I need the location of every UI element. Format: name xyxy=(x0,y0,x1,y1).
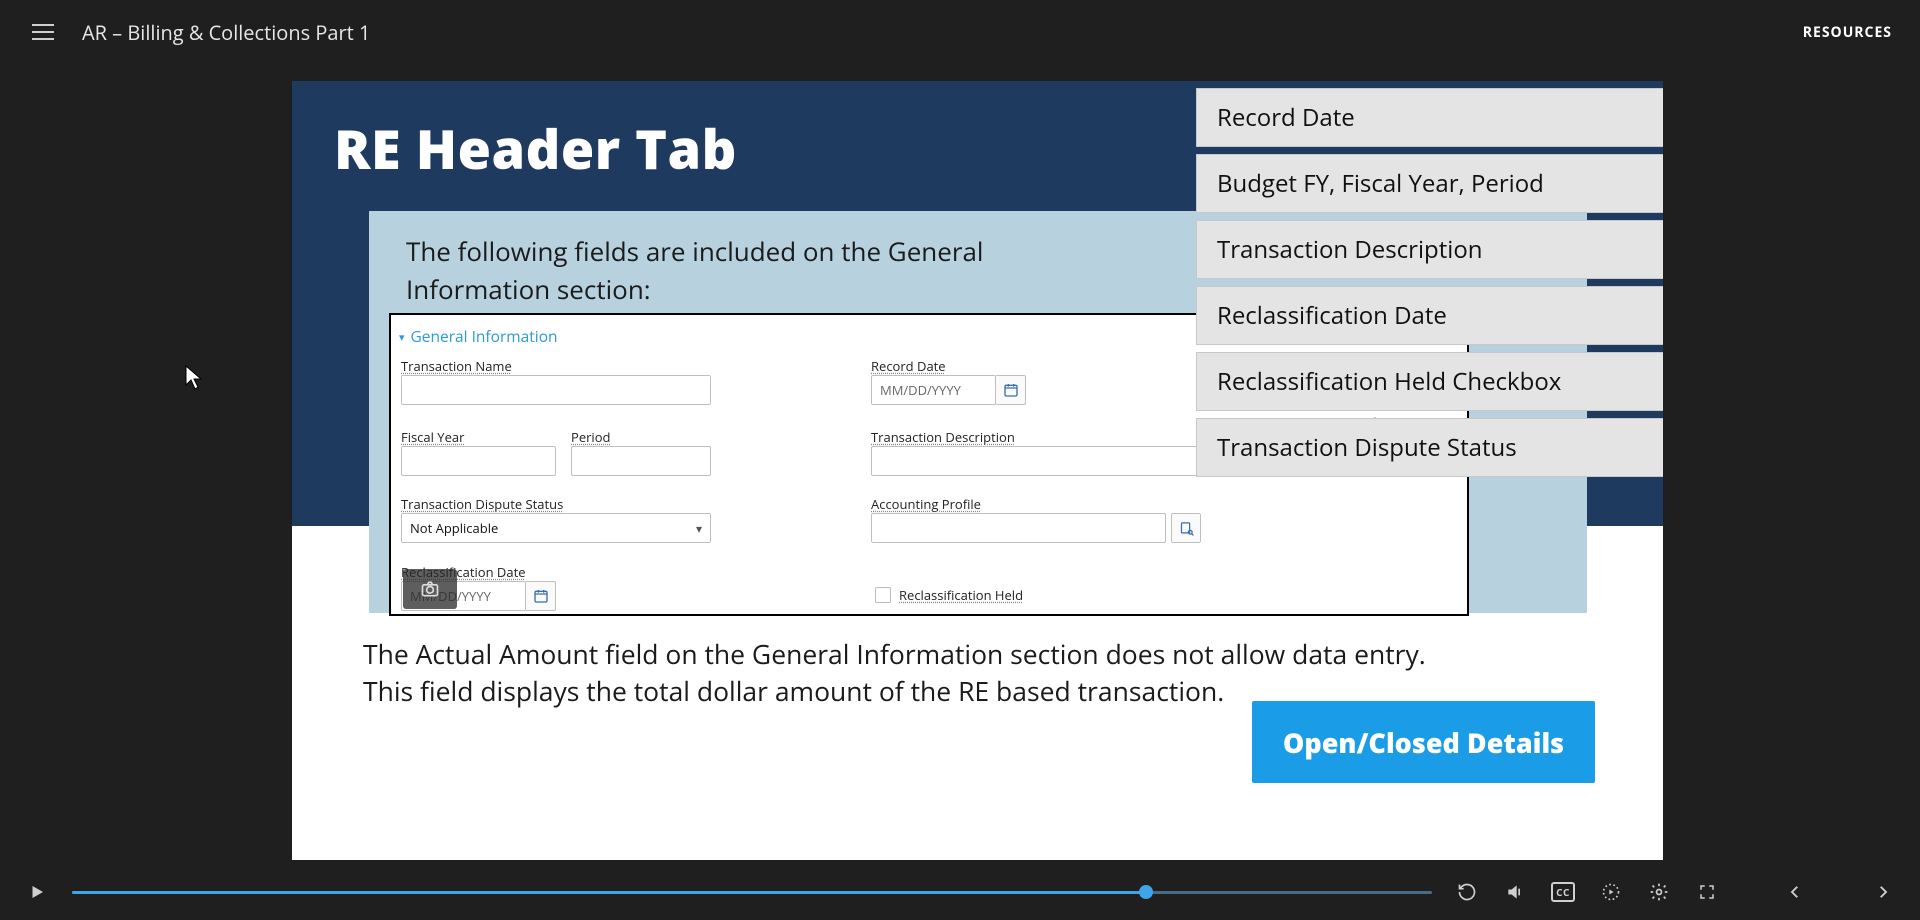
calendar-button-reclass-date[interactable] xyxy=(526,581,556,611)
sidelist-item-reclass-held[interactable]: Reclassification Held Checkbox xyxy=(1196,352,1663,411)
calendar-icon xyxy=(533,588,549,604)
prev-button[interactable] xyxy=(1782,879,1808,905)
topbar: AR – Billing & Collections Part 1 RESOUR… xyxy=(0,0,1920,64)
sidelist-item-dispute-status[interactable]: Transaction Dispute Status xyxy=(1196,418,1663,477)
placeholder-record-date: MM/DD/YYYY xyxy=(880,381,961,399)
chevron-down-icon: ▾ xyxy=(696,520,702,537)
resources-link[interactable]: RESOURCES xyxy=(1803,23,1892,42)
label-fiscal-year: Fiscal Year xyxy=(401,428,464,446)
player-bar: CC xyxy=(0,864,1920,920)
lower-text-line1: The Actual Amount field on the General I… xyxy=(363,636,1563,673)
captions-button[interactable]: CC xyxy=(1550,879,1576,905)
menu-icon[interactable] xyxy=(28,20,58,44)
label-accounting-profile: Accounting Profile xyxy=(871,495,981,513)
replay-button[interactable] xyxy=(1454,879,1480,905)
camera-overlay-icon xyxy=(403,569,457,609)
label-record-date: Record Date xyxy=(871,357,946,375)
cursor-icon xyxy=(185,365,205,391)
sidelist-item-budget-fy[interactable]: Budget FY, Fiscal Year, Period xyxy=(1196,154,1663,213)
seekbar[interactable] xyxy=(72,882,1432,902)
chevron-down-icon: ▾ xyxy=(399,330,405,345)
play-button[interactable] xyxy=(24,879,50,905)
calendar-button-record-date[interactable] xyxy=(996,375,1026,405)
input-accounting-profile[interactable] xyxy=(871,513,1166,543)
select-transaction-dispute-status[interactable]: Not Applicable ▾ xyxy=(401,513,711,543)
label-reclassification-held: Reclassification Held xyxy=(899,586,1023,604)
label-transaction-name: Transaction Name xyxy=(401,357,512,375)
intro-text: The following fields are included on the… xyxy=(406,233,1126,308)
seek-fill xyxy=(72,891,1146,894)
settings-button[interactable] xyxy=(1646,879,1672,905)
value-dispute-status: Not Applicable xyxy=(410,519,498,537)
lower-text: The Actual Amount field on the General I… xyxy=(363,636,1563,710)
lookup-icon xyxy=(1179,521,1194,536)
input-period[interactable] xyxy=(571,446,711,476)
input-transaction-description[interactable] xyxy=(871,446,1201,476)
checkbox-reclassification-held[interactable] xyxy=(875,587,891,603)
next-button[interactable] xyxy=(1870,879,1896,905)
course-title: AR – Billing & Collections Part 1 xyxy=(82,19,370,46)
captions-label: CC xyxy=(1551,882,1575,902)
sidelist-item-reclass-date[interactable]: Reclassification Date xyxy=(1196,286,1663,345)
playback-speed-button[interactable] xyxy=(1598,879,1624,905)
label-period: Period xyxy=(571,428,611,446)
sidelist-item-transaction-description[interactable]: Transaction Description xyxy=(1196,220,1663,279)
sidelist: Record Date Budget FY, Fiscal Year, Peri… xyxy=(1196,88,1663,477)
topbar-left: AR – Billing & Collections Part 1 xyxy=(28,19,370,46)
slide-title: RE Header Tab xyxy=(334,111,737,185)
input-transaction-name[interactable] xyxy=(401,375,711,405)
input-record-date[interactable]: MM/DD/YYYY xyxy=(871,375,996,405)
slide-canvas: RE Header Tab The following fields are i… xyxy=(292,81,1663,860)
input-fiscal-year[interactable] xyxy=(401,446,556,476)
label-transaction-dispute-status: Transaction Dispute Status xyxy=(401,495,563,513)
seek-knob[interactable] xyxy=(1139,885,1153,899)
calendar-icon xyxy=(1003,382,1019,398)
section-header-label: General Information xyxy=(411,325,558,347)
fullscreen-button[interactable] xyxy=(1694,879,1720,905)
lookup-button-accounting-profile[interactable] xyxy=(1171,513,1201,543)
open-closed-details-button[interactable]: Open/Closed Details xyxy=(1252,701,1595,783)
volume-button[interactable] xyxy=(1502,879,1528,905)
label-transaction-description: Transaction Description xyxy=(871,428,1015,446)
sidelist-item-record-date[interactable]: Record Date xyxy=(1196,88,1663,147)
